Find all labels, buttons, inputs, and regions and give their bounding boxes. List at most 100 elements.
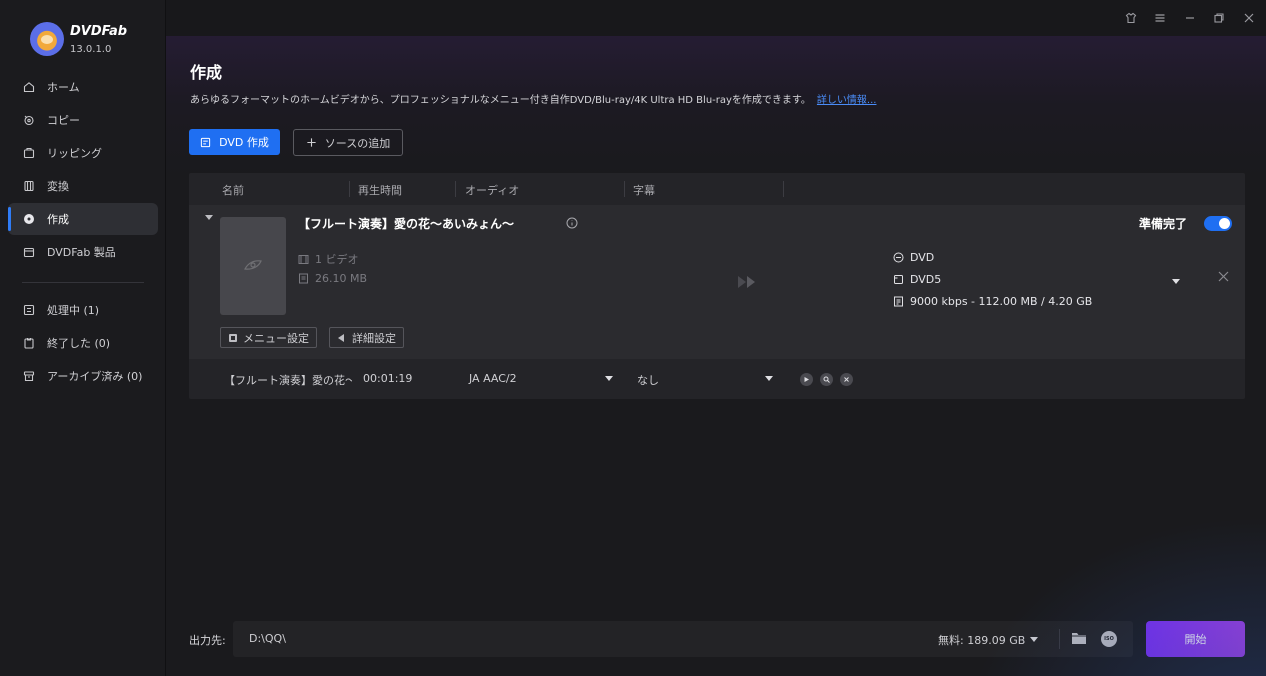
sidebar-item-convert[interactable]: 変換 xyxy=(8,170,158,202)
sidebar-item-label: ホーム xyxy=(47,81,80,94)
sidebar-item-label: アーカイブ済み (0) xyxy=(47,370,143,383)
menu-settings-button[interactable]: メニュー設定 xyxy=(220,327,317,348)
close-icon[interactable] xyxy=(1241,10,1257,26)
source-table: 名前 再生時間 オーディオ 字幕 【フルート演奏】愛の花〜あいみょん〜 1 ビデ… xyxy=(189,173,1245,399)
sub-row-duration: 00:01:19 xyxy=(363,372,413,385)
app-version: 13.0.1.0 xyxy=(70,44,112,55)
advanced-settings-label: 詳細設定 xyxy=(352,331,396,345)
column-header-audio: オーディオ xyxy=(465,184,520,197)
free-space-dropdown-icon[interactable] xyxy=(1030,637,1038,642)
page-title: 作成 xyxy=(190,63,223,82)
video-count-text: 1 ビデオ xyxy=(315,253,359,266)
output-bar-separator xyxy=(1059,629,1060,649)
remove-item-icon[interactable] xyxy=(1217,270,1230,283)
sidebar-divider xyxy=(22,282,144,283)
subtitle-select[interactable]: なし xyxy=(637,372,659,388)
ready-toggle[interactable] xyxy=(1204,216,1232,231)
convert-icon xyxy=(23,180,35,192)
sidebar-item-label: 変換 xyxy=(47,180,69,193)
dvd-create-button[interactable]: DVD 作成 xyxy=(189,129,280,155)
table-row: 【フルート演奏】愛の花〜あいみょん〜 1 ビデオ 26.10 MB DVD DV… xyxy=(189,205,1245,359)
more-info-link[interactable]: 詳しい情報... xyxy=(817,95,877,106)
disc-type-icon xyxy=(894,275,903,284)
restore-icon[interactable] xyxy=(1211,10,1227,26)
copy-icon xyxy=(23,114,35,126)
file-size-icon xyxy=(299,273,308,284)
plus-icon xyxy=(307,138,316,147)
output-format: DVD xyxy=(893,251,934,264)
video-thumbnail xyxy=(220,217,286,315)
info-icon[interactable] xyxy=(566,217,578,229)
dvdfab-logo-icon xyxy=(30,22,64,56)
brand-name: DVDFab xyxy=(70,24,128,39)
folder-icon[interactable] xyxy=(1071,631,1087,645)
output-label: 出力先: xyxy=(189,634,226,647)
sidebar-item-archived[interactable]: アーカイブ済み (0) xyxy=(8,360,158,392)
collapse-caret-icon[interactable] xyxy=(205,215,213,220)
bitrate-info-text: 9000 kbps - 112.00 MB / 4.20 GB xyxy=(910,295,1093,308)
sidebar-item-finished[interactable]: 終了した (0) xyxy=(8,327,158,359)
sub-row-name: 【フルート演奏】愛の花〜 xyxy=(224,374,352,387)
iso-icon[interactable]: ISO xyxy=(1101,631,1117,647)
sidebar-item-label: 終了した (0) xyxy=(47,337,111,350)
sidebar-item-ripper[interactable]: リッピング xyxy=(8,137,158,169)
finished-icon xyxy=(23,337,35,349)
table-header: 名前 再生時間 オーディオ 字幕 xyxy=(189,173,1245,205)
column-separator xyxy=(783,181,784,197)
video-size: 26.10 MB xyxy=(298,272,367,285)
main-panel: 作成 あらゆるフォーマットのホームビデオから、プロフェッショナルなメニュー付き自… xyxy=(166,36,1266,676)
disc-type-text: DVD5 xyxy=(910,273,942,286)
video-count: 1 ビデオ xyxy=(298,251,359,267)
output-format-text: DVD xyxy=(910,251,935,264)
products-icon xyxy=(23,246,35,258)
video-size-text: 26.10 MB xyxy=(315,272,368,285)
description-text: あらゆるフォーマットのホームビデオから、プロフェッショナルなメニュー付き自作DV… xyxy=(190,95,811,106)
sidebar-item-creator[interactable]: 作成 xyxy=(8,203,158,235)
audio-select[interactable]: JA AAC/2 xyxy=(469,372,517,385)
menu-icon[interactable] xyxy=(1152,10,1168,26)
skin-icon[interactable] xyxy=(1123,10,1139,26)
sidebar-item-home[interactable]: ホーム xyxy=(8,71,158,103)
dvd-create-label: DVD 作成 xyxy=(219,136,269,149)
column-separator xyxy=(624,181,625,197)
sidebar: DVDFab 13.0.1.0 ホーム コピー リッピング 変換 作成 DVDF… xyxy=(0,0,166,676)
disc-type-dropdown-icon[interactable] xyxy=(1172,279,1180,284)
column-separator xyxy=(455,181,456,197)
start-button[interactable]: 開始 xyxy=(1146,621,1245,657)
title-bar xyxy=(166,0,1266,36)
add-source-label: ソースの追加 xyxy=(324,136,391,150)
bitrate-info: 9000 kbps - 112.00 MB / 4.20 GB xyxy=(893,295,1092,308)
column-header-subtitle: 字幕 xyxy=(633,184,655,197)
dvd-create-icon xyxy=(200,137,211,147)
sidebar-item-label: コピー xyxy=(47,114,80,127)
video-title: 【フルート演奏】愛の花〜あいみょん〜 xyxy=(298,217,515,231)
ready-label: 準備完了 xyxy=(1139,217,1188,231)
minimize-icon[interactable] xyxy=(1182,10,1198,26)
disc-placeholder-icon xyxy=(244,260,262,270)
advanced-settings-button[interactable]: 詳細設定 xyxy=(329,327,404,348)
sidebar-item-processing[interactable]: 処理中 (1) xyxy=(8,294,158,326)
ripper-icon xyxy=(23,147,35,159)
search-icon[interactable] xyxy=(820,373,833,386)
bitrate-icon xyxy=(894,296,903,307)
delete-icon[interactable] xyxy=(840,373,853,386)
subtitle-dropdown-icon[interactable] xyxy=(765,376,773,381)
menu-settings-icon xyxy=(229,333,237,342)
free-space: 無料: 189.09 GB xyxy=(938,634,1026,647)
add-source-button[interactable]: ソースの追加 xyxy=(293,129,403,156)
convert-arrow-icon xyxy=(738,276,755,288)
disc-type: DVD5 xyxy=(893,273,941,286)
sidebar-item-products[interactable]: DVDFab 製品 xyxy=(8,236,158,268)
audio-dropdown-icon[interactable] xyxy=(605,376,613,381)
play-icon[interactable] xyxy=(800,373,813,386)
sidebar-item-label: DVDFab 製品 xyxy=(47,246,116,259)
sidebar-item-copy[interactable]: コピー xyxy=(8,104,158,136)
sidebar-item-label: 処理中 (1) xyxy=(47,304,100,317)
creator-icon xyxy=(23,213,35,225)
processing-icon xyxy=(23,304,35,316)
output-path-field[interactable]: D:\QQ\ xyxy=(249,632,286,645)
menu-settings-label: メニュー設定 xyxy=(243,331,309,345)
column-header-duration: 再生時間 xyxy=(358,184,402,197)
archive-icon xyxy=(23,370,35,382)
dvd-disc-icon xyxy=(893,252,904,263)
